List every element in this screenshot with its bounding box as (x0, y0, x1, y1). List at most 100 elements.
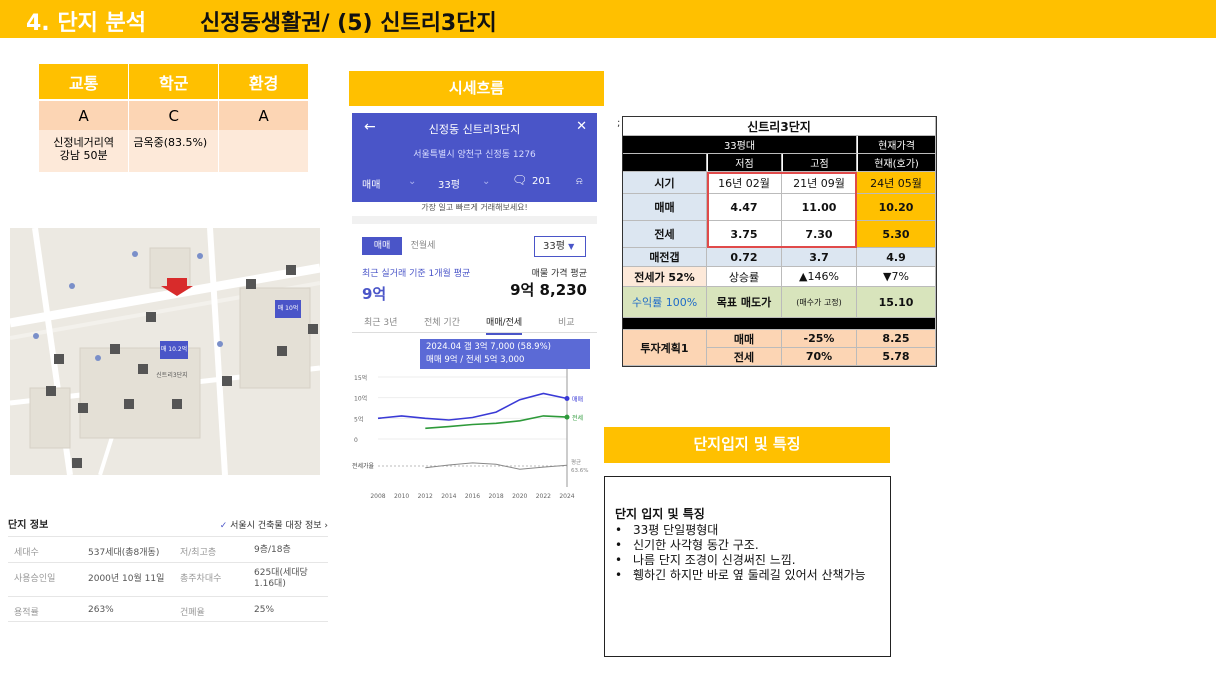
section-number: 4. 단지 분석 (26, 11, 146, 36)
tab-sale[interactable]: 매매 (362, 237, 402, 255)
complex-info-row: 세대수 537세대(총8개동) 저/최고층 9층/18층 (8, 536, 328, 562)
caret-down-icon: ▼ (568, 242, 575, 251)
growth-down: ▼7% (857, 267, 936, 287)
corner-cell (623, 154, 707, 172)
features-heading: 단지 입지 및 특징 (615, 507, 705, 521)
tab-rent[interactable]: 전월세 (402, 237, 444, 255)
tooltip-prices: 매매 9억 / 전세 5억 3,000 (426, 355, 525, 365)
size-filter[interactable]: 33평 (438, 176, 460, 191)
price-app-screenshot: ← 신정동 신트리3단지 ✕ 서울특별시 양천구 신정동 1276 매매 ⌄ 3… (352, 113, 597, 503)
location-map[interactable]: 신트리3단지 매 10.2억 매 10억 (10, 228, 320, 475)
info-value: 2000년 10월 11일 (88, 574, 165, 584)
x-tick-label: 2014 (441, 493, 456, 500)
close-icon[interactable]: ✕ (576, 119, 587, 134)
filter-bar: 매매 ⌄ 33평 ⌄ 🗨 201 ⍾ (352, 173, 597, 195)
rating-grade-environment: A (218, 100, 309, 130)
plan-label: 투자계획1 (623, 330, 707, 366)
growth-label: 상승률 (707, 267, 782, 287)
app-header: ← 신정동 신트리3단지 ✕ 서울특별시 양천구 신정동 1276 매매 ⌄ 3… (352, 113, 597, 202)
sale-current: 10.20 (857, 194, 936, 221)
jeonse-high: 7.30 (782, 221, 857, 248)
complex-name: 신정동 신트리3단지 (428, 123, 521, 136)
tooltip-gap: 2024.04 갭 3억 7,000 (58.9%) (426, 342, 551, 352)
row-label-period: 시기 (623, 172, 707, 194)
divider-bar (623, 318, 936, 330)
rating-header-environment: 환경 (218, 64, 309, 101)
size-select-value: 33평 (543, 241, 565, 252)
y-tick-label: 0 (354, 437, 358, 444)
gap-low: 0.72 (707, 248, 782, 267)
rating-grade-traffic: A (39, 100, 130, 130)
map-price-pin-main[interactable]: 매 10.2억 (160, 341, 188, 359)
complex-address: 서울특별시 양천구 신정동 1276 (413, 150, 536, 160)
period-current: 24년 05월 (857, 172, 936, 194)
row-label-jeonse: 전세 (623, 221, 707, 248)
x-tick-label: 2008 (370, 493, 385, 500)
feature-item: 휑하긴 하지만 바로 옆 둘레길 있어서 산책가능 (615, 568, 890, 583)
rating-header-traffic: 교통 (39, 64, 130, 101)
plan-jeonse-pct: 70% (782, 348, 857, 366)
map-label-complex: 신트리3단지 (156, 372, 188, 379)
size-select[interactable]: 33평 ▼ (534, 236, 586, 257)
summary-title: 신트리3단지 (623, 117, 936, 136)
info-label: 저/최고층 (180, 548, 217, 558)
info-value: 537세대(총8개동) (88, 548, 160, 558)
rating-note-environment (218, 130, 309, 172)
x-tick-label: 2020 (512, 493, 527, 500)
x-tick-label: 2018 (488, 493, 503, 500)
col-low: 저점 (707, 154, 782, 172)
map-price-pin-nearby[interactable]: 매 10억 (275, 300, 301, 318)
x-tick-label: 2022 (536, 493, 551, 500)
info-label: 건폐율 (180, 608, 205, 618)
notice-text: 가장 일고 빠르게 거래해보세요! (421, 203, 528, 212)
divider (352, 216, 597, 224)
info-label: 세대수 (14, 548, 39, 558)
row-label-sale: 매매 (623, 194, 707, 221)
price-history-chart[interactable]: 15억 10억 5억 0 매매전세전세가율 평균 63.6% 2008 2010 2012 2014… (352, 369, 597, 503)
page-title: 신정동생활권/ (5) 신트리3단지 (200, 11, 497, 36)
col-high: 고점 (782, 154, 857, 172)
features-list: 33평 단일평형대 신기한 사각형 동간 구조. 나름 단지 조경이 신경써진 … (615, 523, 890, 583)
feature-item: 나름 단지 조경이 신경써진 느낌. (615, 553, 890, 568)
plan-sale-label: 매매 (707, 330, 782, 348)
target-note: (매수가 고정) (782, 287, 857, 318)
y-tick-label: 5억 (354, 415, 363, 423)
series-end-point (564, 414, 570, 420)
comment-icon[interactable]: 🗨 (512, 173, 527, 187)
price-flow-banner: 시세흐름 (349, 71, 604, 106)
slide: 4. 단지 분석 신정동생활권/ (5) 신트리3단지 교통 학군 환경 A C… (0, 0, 1216, 684)
gap-series-name: 평균 (571, 459, 581, 466)
jeonse-ratio: 전세가 52% (623, 267, 707, 287)
info-value: 25% (254, 605, 275, 615)
series-label: 전세 (572, 414, 583, 422)
plan-jeonse-label: 전세 (707, 348, 782, 366)
y-tick-label: 10억 (354, 395, 367, 403)
building-register-link-label: 서울시 건축물 대장 정보 (230, 521, 322, 531)
y-tick-label: 15억 (354, 374, 367, 382)
info-label: 용적률 (14, 608, 39, 618)
feature-item: 신기한 사각형 동간 구조. (615, 538, 890, 553)
chevron-down-icon: ⌄ (408, 176, 417, 187)
building-register-link[interactable]: ✓ 서울시 건축물 대장 정보 › (220, 518, 328, 531)
growth-up: ▲146% (782, 267, 857, 287)
period-tab-all[interactable]: 전체 기간 (424, 315, 460, 328)
target-label: 목표 매도가 (707, 287, 782, 318)
rating-note-school: 금옥중(83.5%) (128, 130, 220, 172)
gap-axis-label: 전세가율 (352, 462, 375, 470)
stray-mark: ; (617, 118, 621, 129)
trade-type-select[interactable]: 매매 (362, 176, 380, 191)
bell-icon[interactable]: ⍾ (576, 176, 583, 187)
period-tab-3y[interactable]: 최근 3년 (364, 315, 397, 328)
gap-current: 4.9 (857, 248, 936, 267)
gap-series-value: 63.6% (571, 468, 588, 474)
series-line-jeonse (425, 415, 568, 430)
info-value: 625대(세대당 1.16대) (254, 568, 308, 589)
info-value: 9층/18층 (254, 545, 291, 555)
period-tab-compare[interactable]: 비교 (558, 315, 575, 328)
complex-info-row: 용적률 263% 건폐율 25% (8, 596, 328, 622)
current-price-header: 현재가격 (857, 136, 936, 154)
jeonse-current: 5.30 (857, 221, 936, 248)
rating-grade-school: C (128, 100, 220, 130)
sale-high: 11.00 (782, 194, 857, 221)
x-tick-label: 2012 (418, 493, 433, 500)
